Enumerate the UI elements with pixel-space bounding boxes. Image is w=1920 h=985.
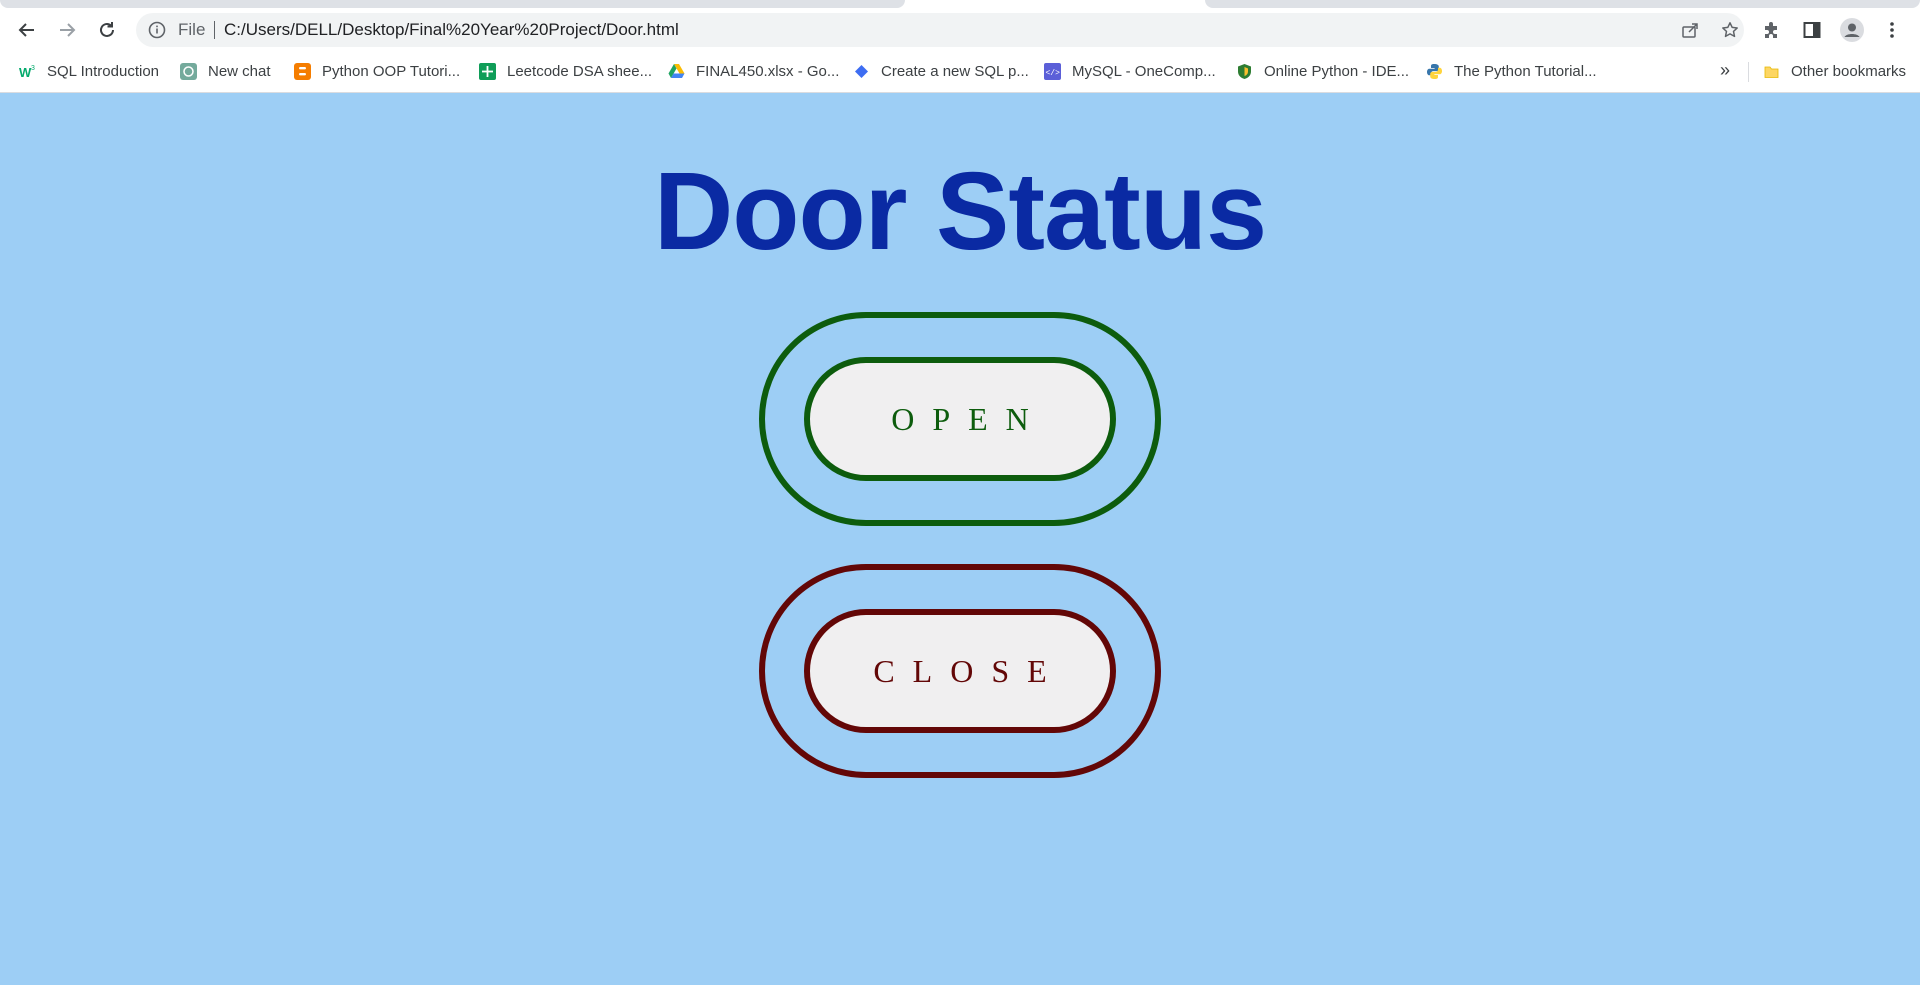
open-button[interactable]: OPEN [804, 357, 1116, 481]
bookmark-label: Online Python - IDE... [1264, 62, 1410, 80]
bookmark-label: The Python Tutorial... [1454, 62, 1597, 80]
menu-button[interactable] [1880, 18, 1904, 42]
star-icon[interactable] [1721, 21, 1739, 39]
kebab-menu-icon [1890, 22, 1894, 38]
bookmark-label: FINAL450.xlsx - Go... [696, 62, 840, 80]
bookmarks-bar: W3 SQL Introduction New chat Python OOP … [0, 56, 1920, 86]
forward-button[interactable] [51, 12, 83, 48]
svg-text:3: 3 [31, 65, 35, 72]
reload-button[interactable] [91, 12, 123, 48]
google-sheets-icon [479, 62, 496, 80]
bookmark-online-python[interactable]: Online Python - IDE... [1236, 60, 1409, 82]
url-text[interactable]: C:/Users/DELL/Desktop/Final%20Year%20Pro… [224, 20, 679, 40]
avatar-icon [1840, 18, 1864, 42]
puzzle-icon [1765, 22, 1777, 38]
close-button[interactable]: CLOSE [804, 609, 1116, 733]
browser-toolbar: File C:/Users/DELL/Desktop/Final%20Year%… [0, 12, 1920, 48]
onecompiler-icon: </> [1044, 62, 1061, 80]
back-button[interactable] [11, 12, 43, 48]
svg-text:</>: </> [1046, 69, 1061, 78]
scheme-label: File [178, 20, 206, 39]
info-icon[interactable] [148, 21, 166, 39]
blogger-icon [294, 62, 311, 80]
chatgpt-icon [180, 62, 197, 80]
bookmark-label: New chat [208, 62, 271, 80]
tab-strip [0, 0, 1920, 8]
more-bookmarks-chevron-icon[interactable]: » [1720, 60, 1730, 81]
browser-chrome: File C:/Users/DELL/Desktop/Final%20Year%… [0, 0, 1920, 93]
bookmark-python-oop[interactable]: Python OOP Tutori... [294, 60, 460, 82]
extensions-button[interactable] [1760, 18, 1784, 42]
w3schools-icon: W3 [19, 63, 36, 80]
bookmark-mysql-onecompiler[interactable]: </> MySQL - OneComp... [1044, 60, 1216, 82]
google-drive-icon [668, 63, 685, 80]
address-divider [214, 21, 215, 39]
shield-icon [1236, 63, 1253, 80]
page-title: Door Status [653, 150, 1267, 273]
bookmark-sql-introduction[interactable]: W3 SQL Introduction [19, 60, 159, 82]
address-bar[interactable]: File C:/Users/DELL/Desktop/Final%20Year%… [136, 13, 1744, 47]
side-panel-icon [1803, 22, 1821, 38]
side-panel-button[interactable] [1800, 18, 1824, 42]
share-icon[interactable] [1681, 21, 1699, 39]
reload-icon [100, 22, 114, 37]
tab-background[interactable] [1205, 0, 1920, 8]
bookmark-label: Leetcode DSA shee... [507, 62, 653, 80]
bookmark-new-chat[interactable]: New chat [180, 60, 271, 82]
profile-button[interactable] [1840, 18, 1864, 42]
bookmark-label: MySQL - OneComp... [1072, 62, 1216, 80]
bookmark-label: Python OOP Tutori... [322, 62, 461, 80]
bookmark-final450[interactable]: FINAL450.xlsx - Go... [668, 60, 839, 82]
dropbox-icon [853, 63, 870, 80]
bookmark-leetcode-dsa[interactable]: Leetcode DSA shee... [479, 60, 652, 82]
back-arrow-icon [18, 23, 34, 37]
other-bookmarks-folder[interactable]: Other bookmarks [1763, 60, 1906, 82]
bookmark-create-sql[interactable]: Create a new SQL p... [853, 60, 1029, 82]
python-icon [1426, 63, 1443, 80]
bookmarks-divider [1748, 62, 1749, 82]
other-bookmarks-label: Other bookmarks [1791, 62, 1907, 80]
folder-icon [1763, 63, 1780, 80]
tab-background[interactable] [0, 0, 905, 8]
forward-arrow-icon [60, 23, 76, 37]
bookmark-python-tutorial[interactable]: The Python Tutorial... [1426, 60, 1597, 82]
bookmark-label: Create a new SQL p... [881, 62, 1029, 80]
bookmark-label: SQL Introduction [47, 62, 160, 80]
